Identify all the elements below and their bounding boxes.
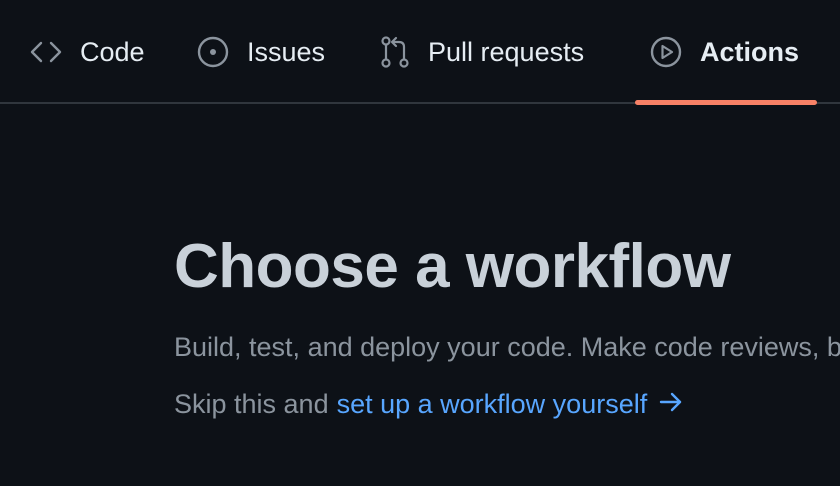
setup-workflow-link-label: set up a workflow yourself [336,389,648,420]
code-icon [30,40,62,64]
issue-opened-icon [197,36,229,68]
setup-workflow-link[interactable]: set up a workflow yourself [337,389,684,420]
skip-prefix: Skip this and [174,389,329,420]
workflow-intro: Choose a workflow Build, test, and deplo… [174,230,840,420]
play-icon [650,36,682,68]
repo-nav: Code Issues Pull requests Actions [0,0,840,105]
page-subtitle: Build, test, and deploy your code. Make … [174,332,840,363]
tab-pull-requests-label: Pull requests [428,36,585,67]
tab-code[interactable]: Code [30,0,145,104]
tab-code-label: Code [80,36,145,67]
tab-pull-requests[interactable]: Pull requests [380,0,584,104]
page-title: Choose a workflow [174,232,731,301]
tab-actions-label: Actions [700,36,800,67]
skip-line: Skip this and set up a workflow yourself [174,389,840,420]
tab-issues-label: Issues [247,36,326,67]
git-pull-request-icon [380,36,410,68]
tab-issues[interactable]: Issues [197,0,325,104]
tab-actions[interactable]: Actions [650,0,799,104]
arrow-right-icon [659,389,683,420]
selected-tab-indicator [635,100,817,105]
